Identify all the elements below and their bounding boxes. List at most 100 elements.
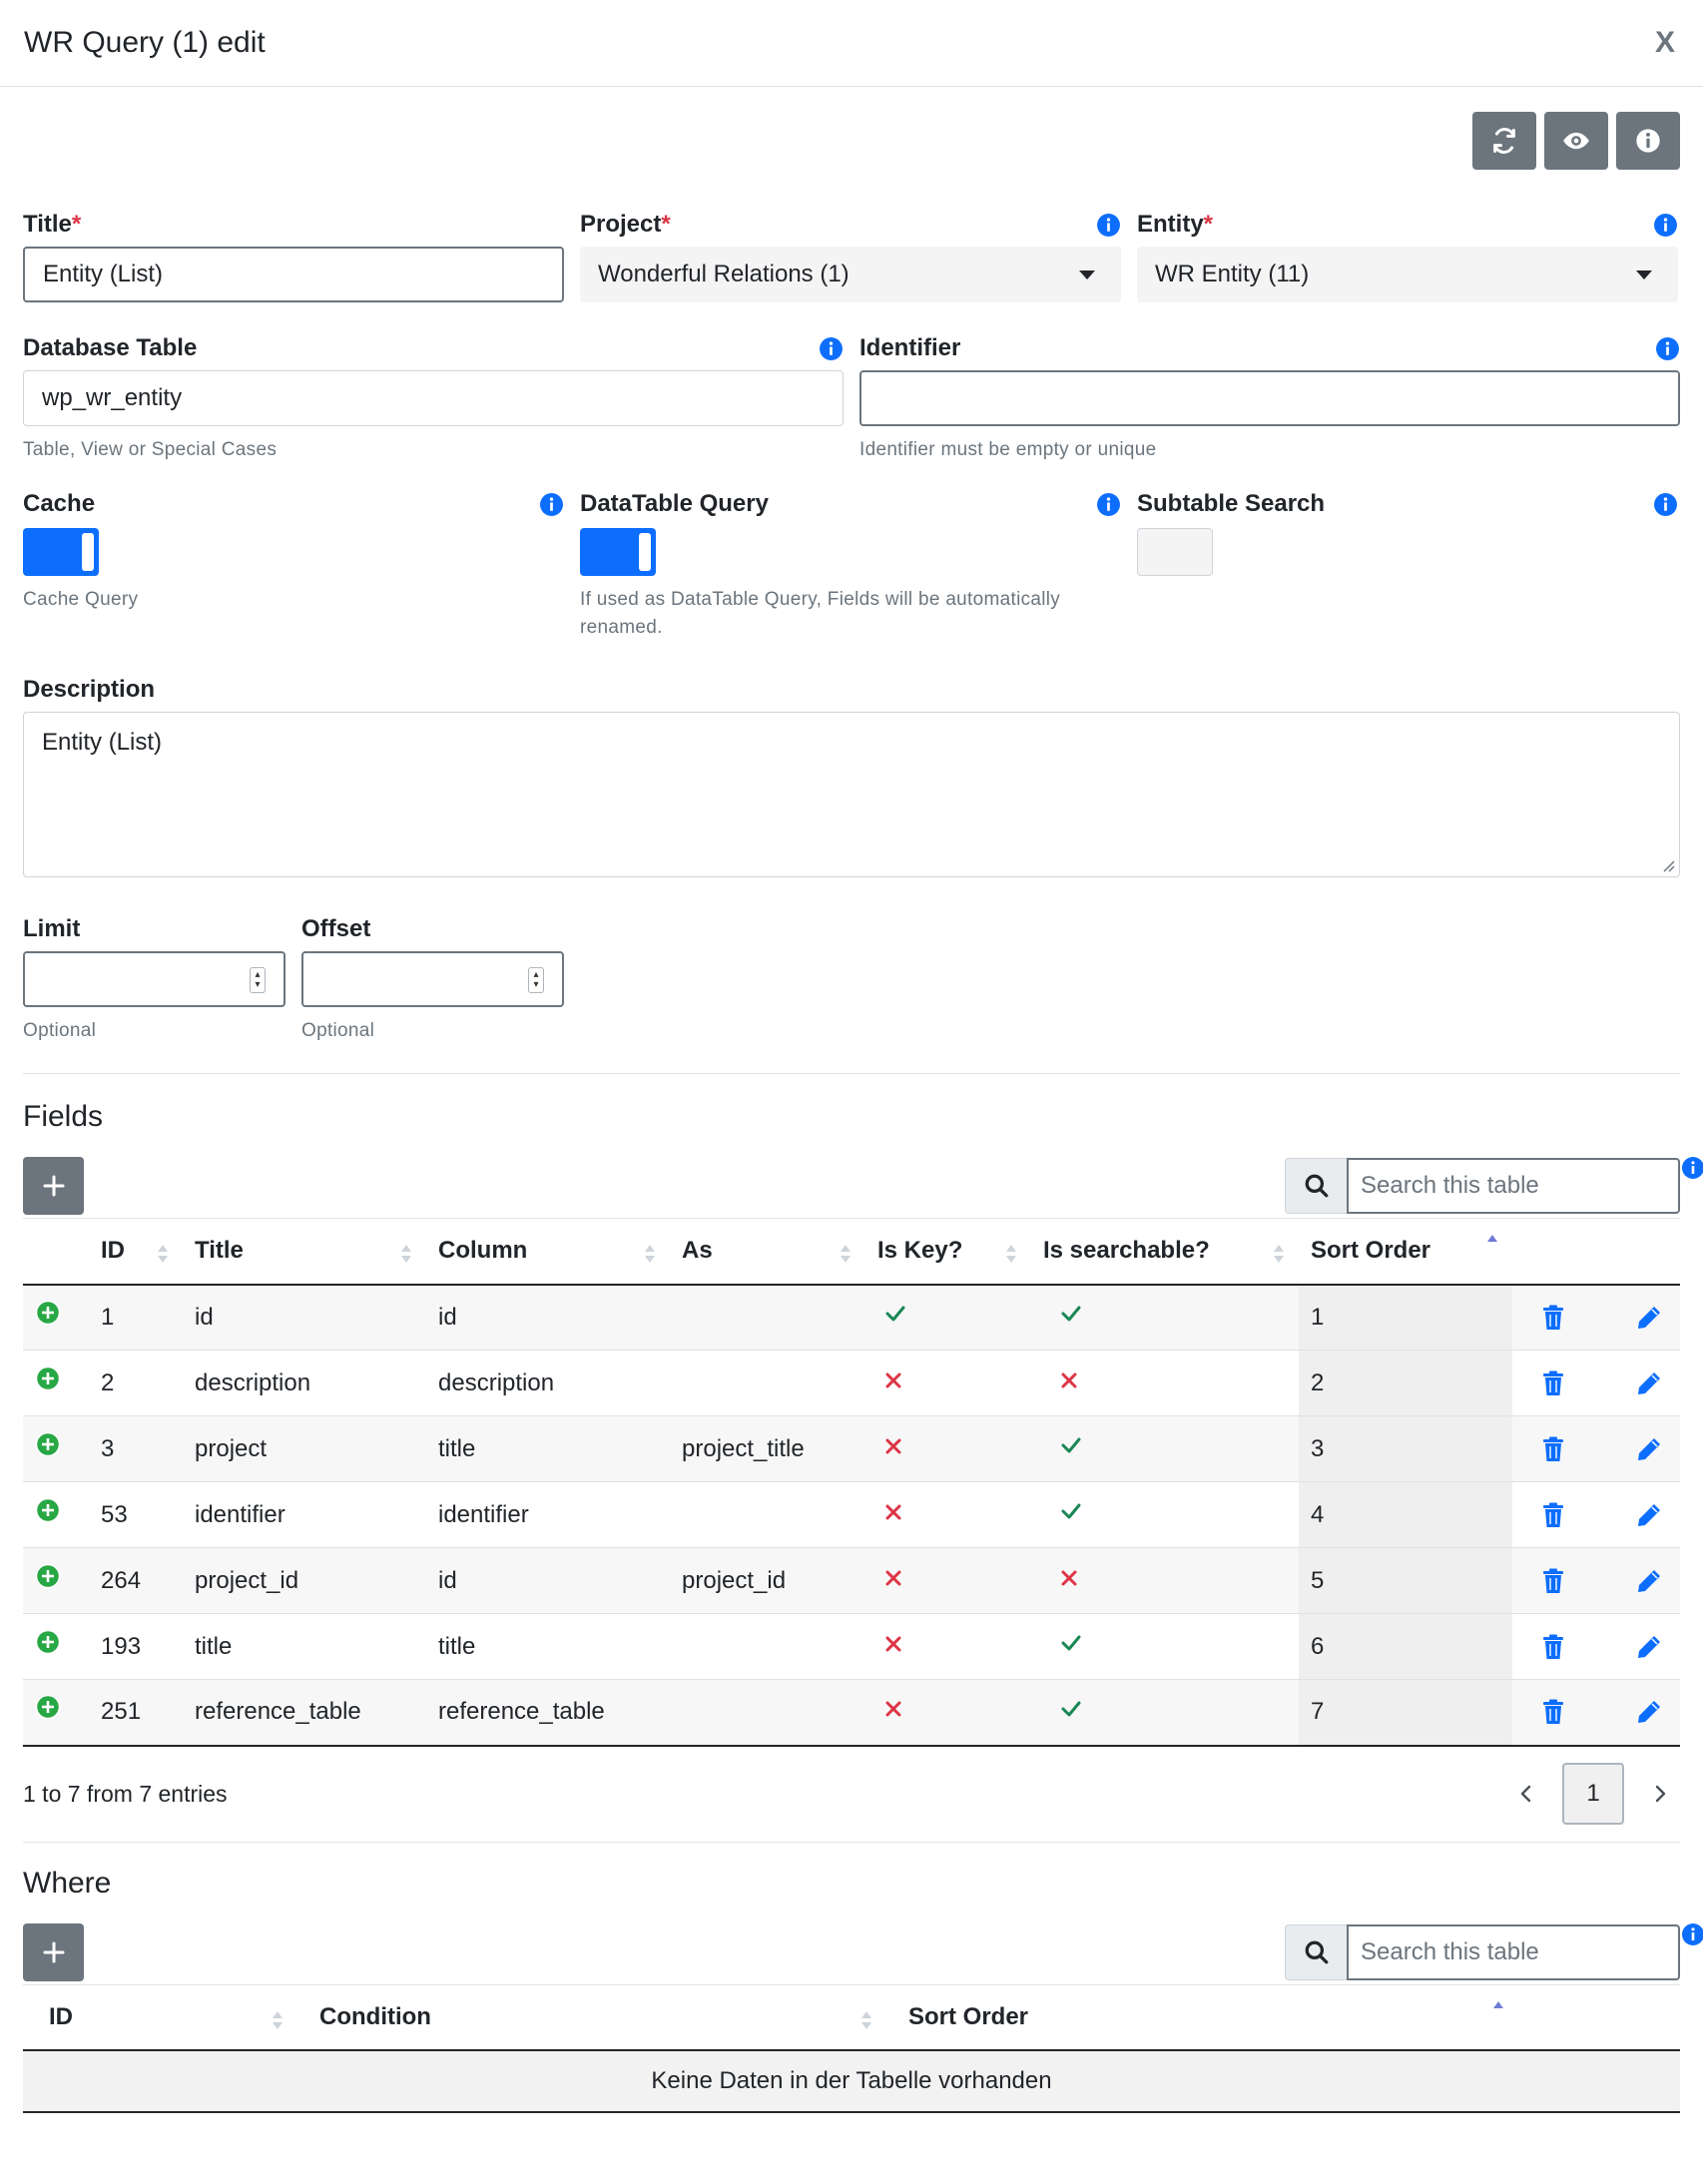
delete-cell[interactable] xyxy=(1512,1415,1594,1482)
pencil-icon[interactable] xyxy=(1636,1502,1662,1528)
pencil-icon[interactable] xyxy=(1636,1634,1662,1660)
chevron-left-icon[interactable] xyxy=(1516,1784,1536,1804)
pencil-icon[interactable] xyxy=(1636,1699,1662,1725)
edit-cell[interactable] xyxy=(1594,1284,1680,1351)
chevron-right-icon[interactable] xyxy=(1650,1784,1670,1804)
expand-cell[interactable] xyxy=(23,1415,89,1482)
offset-input[interactable]: ▴ ▾ xyxy=(301,951,564,1007)
trash-icon[interactable] xyxy=(1542,1305,1564,1331)
search-button[interactable] xyxy=(1285,1158,1347,1214)
info-icon[interactable] xyxy=(1653,213,1678,238)
pencil-icon[interactable] xyxy=(1636,1305,1662,1331)
title-input[interactable]: Entity (List) xyxy=(23,247,564,302)
datatable-query-switch[interactable] xyxy=(580,528,656,576)
cell-is-searchable xyxy=(1031,1481,1299,1548)
info-icon[interactable] xyxy=(1681,1922,1703,1946)
col-id[interactable]: ID xyxy=(89,1218,183,1286)
col-is-key[interactable]: Is Key? xyxy=(865,1218,1031,1286)
trash-icon[interactable] xyxy=(1542,1370,1564,1396)
expand-row-icon[interactable] xyxy=(35,1629,61,1655)
trash-icon[interactable] xyxy=(1542,1568,1564,1594)
database-table-help: Table, View or Special Cases xyxy=(23,439,278,460)
expand-row-icon[interactable] xyxy=(35,1497,61,1523)
expand-row-icon[interactable] xyxy=(35,1300,61,1326)
close-button[interactable]: X xyxy=(1655,26,1679,60)
expand-row-icon[interactable] xyxy=(35,1694,61,1720)
spinner-icon[interactable]: ▴ ▾ xyxy=(250,967,266,993)
expand-cell[interactable] xyxy=(23,1481,89,1548)
trash-icon[interactable] xyxy=(1542,1502,1564,1528)
cache-switch[interactable] xyxy=(23,528,99,576)
delete-cell[interactable] xyxy=(1512,1679,1594,1747)
edit-cell[interactable] xyxy=(1594,1613,1680,1680)
info-icon[interactable] xyxy=(1653,492,1678,517)
col-condition[interactable]: Condition xyxy=(297,1983,886,2051)
delete-cell[interactable] xyxy=(1512,1547,1594,1614)
expand-cell[interactable] xyxy=(23,1679,89,1747)
database-table-input[interactable]: wp_wr_entity xyxy=(23,370,844,426)
edit-cell[interactable] xyxy=(1594,1481,1680,1548)
where-search: Search this table xyxy=(1285,1922,1703,1980)
info-button[interactable] xyxy=(1616,112,1680,170)
col-is-searchable[interactable]: Is searchable? xyxy=(1031,1218,1299,1286)
check-icon xyxy=(1061,1701,1081,1717)
info-icon[interactable] xyxy=(539,492,564,517)
info-icon[interactable] xyxy=(1655,336,1680,361)
cell-is-key xyxy=(865,1481,1031,1548)
info-icon[interactable] xyxy=(1096,492,1121,517)
limit-group: Limit ▴ ▾ Optional xyxy=(23,907,285,1045)
trash-icon[interactable] xyxy=(1542,1634,1564,1660)
info-icon[interactable] xyxy=(819,336,844,361)
search-button[interactable] xyxy=(1285,1923,1347,1980)
identifier-input[interactable] xyxy=(859,370,1680,426)
fields-search-input[interactable]: Search this table xyxy=(1347,1158,1680,1214)
expand-cell[interactable] xyxy=(23,1547,89,1614)
info-icon[interactable] xyxy=(1096,213,1121,238)
trash-icon[interactable] xyxy=(1542,1699,1564,1725)
col-column[interactable]: Column xyxy=(426,1218,670,1286)
delete-cell[interactable] xyxy=(1512,1350,1594,1416)
info-icon[interactable] xyxy=(1681,1156,1703,1180)
col-expand xyxy=(23,1218,89,1286)
description-textarea[interactable]: Entity (List) xyxy=(23,712,1680,877)
edit-cell[interactable] xyxy=(1594,1679,1680,1747)
expand-row-icon[interactable] xyxy=(35,1563,61,1589)
col-as[interactable]: As xyxy=(670,1218,865,1286)
expand-cell[interactable] xyxy=(23,1350,89,1416)
expand-row-icon[interactable] xyxy=(35,1365,61,1391)
sort-icon xyxy=(861,2010,871,2029)
expand-cell[interactable] xyxy=(23,1613,89,1680)
preview-button[interactable] xyxy=(1544,112,1608,170)
limit-input[interactable]: ▴ ▾ xyxy=(23,951,285,1007)
col-id[interactable]: ID xyxy=(23,1983,297,2051)
delete-cell[interactable] xyxy=(1512,1284,1594,1351)
entity-select[interactable]: WR Entity (11) xyxy=(1137,247,1678,302)
add-field-button[interactable] xyxy=(23,1157,84,1215)
edit-cell[interactable] xyxy=(1594,1350,1680,1416)
delete-cell[interactable] xyxy=(1512,1481,1594,1548)
edit-cell[interactable] xyxy=(1594,1547,1680,1614)
edit-cell[interactable] xyxy=(1594,1415,1680,1482)
delete-cell[interactable] xyxy=(1512,1613,1594,1680)
add-where-button[interactable] xyxy=(23,1922,84,1981)
pencil-icon[interactable] xyxy=(1636,1568,1662,1594)
spinner-icon[interactable]: ▴ ▾ xyxy=(528,967,544,993)
trash-icon[interactable] xyxy=(1542,1436,1564,1462)
expand-row-icon[interactable] xyxy=(35,1431,61,1457)
subtable-search-switch[interactable] xyxy=(1137,528,1213,576)
pencil-icon[interactable] xyxy=(1636,1436,1662,1462)
resize-grip-icon[interactable] xyxy=(1661,858,1675,872)
where-search-input[interactable]: Search this table xyxy=(1347,1923,1680,1980)
table-row: 2 description description 2 xyxy=(23,1350,1680,1416)
col-sort-order[interactable]: Sort Order xyxy=(1299,1218,1512,1286)
project-select[interactable]: Wonderful Relations (1) xyxy=(580,247,1121,302)
col-sort-order[interactable]: Sort Order xyxy=(886,1983,1680,2051)
expand-cell[interactable] xyxy=(23,1284,89,1351)
pencil-icon[interactable] xyxy=(1636,1370,1662,1396)
page-button[interactable]: 1 xyxy=(1562,1763,1624,1825)
project-group: Project* Wonderful Relations (1) xyxy=(580,203,1121,302)
col-title[interactable]: Title xyxy=(183,1218,426,1286)
empty-message: Keine Daten in der Tabelle vorhanden xyxy=(23,2050,1680,2113)
refresh-button[interactable] xyxy=(1472,112,1536,170)
cell-column: identifier xyxy=(426,1481,670,1548)
